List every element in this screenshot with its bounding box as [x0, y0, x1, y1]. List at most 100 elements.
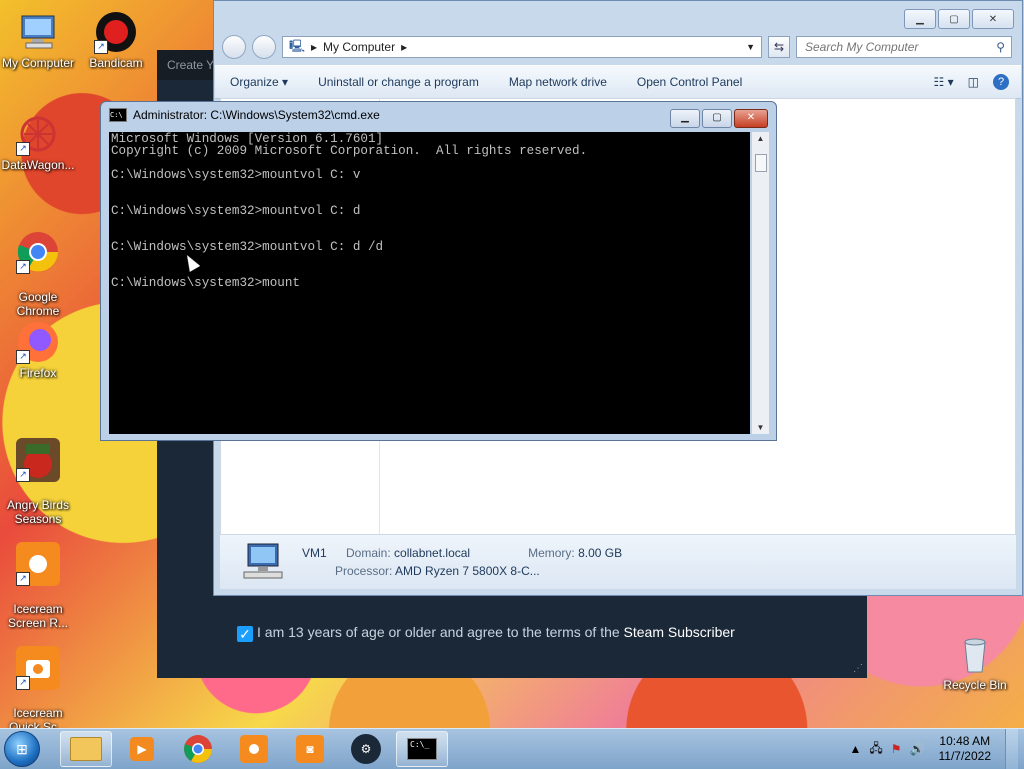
clock[interactable]: 10:48 AM 11/7/2022	[939, 734, 992, 764]
taskbar-chrome[interactable]	[172, 731, 224, 767]
organize-button[interactable]: Organize ▾	[215, 75, 303, 89]
address-path: My Computer	[323, 40, 395, 54]
memory-label: Memory:	[528, 546, 575, 560]
help-icon[interactable]: ?	[993, 74, 1009, 90]
memory-value: 8.00 GB	[578, 546, 622, 560]
datawagon-icon: ↗	[16, 112, 60, 156]
shortcut-arrow-icon: ↗	[16, 260, 30, 274]
agree-text: I am 13 years of age or older and agree …	[257, 624, 624, 640]
network-icon[interactable]: 🖧	[869, 739, 882, 760]
back-button[interactable]	[222, 35, 246, 59]
chevron-right-icon: ▸	[401, 40, 407, 54]
processor-label: Processor:	[335, 564, 392, 578]
steam-terms-agreement[interactable]: ✓I am 13 years of age or older and agree…	[237, 624, 735, 642]
open-control-panel-button[interactable]: Open Control Panel	[622, 75, 757, 89]
steam-subscriber-link[interactable]: Steam Subscriber	[624, 624, 735, 640]
show-hidden-icons-icon[interactable]: ▲	[850, 742, 862, 756]
taskbar-icecream-screenshot[interactable]: ◙	[284, 731, 336, 767]
chevron-right-icon: ▸	[311, 40, 317, 54]
refresh-button[interactable]: ⇆	[768, 36, 790, 58]
cmd-window: C:\ Administrator: C:\Windows\System32\c…	[100, 101, 777, 441]
map-network-drive-button[interactable]: Map network drive	[494, 75, 622, 89]
scroll-down-icon[interactable]: ▼	[752, 423, 769, 432]
desktop-icon-label: Google Chrome	[17, 290, 60, 318]
desktop-icon-datawagon[interactable]: ↗ DataWagon...	[0, 112, 76, 172]
start-button[interactable]: ⊞	[0, 729, 44, 769]
shortcut-arrow-icon: ↗	[16, 350, 30, 364]
computer-icon: 🖳	[289, 37, 305, 58]
shortcut-arrow-icon: ↗	[16, 572, 30, 586]
checkbox-checked-icon[interactable]: ✓	[237, 626, 253, 642]
folder-icon	[70, 737, 102, 761]
desktop-icon-label: DataWagon...	[2, 158, 75, 172]
bandicam-icon: ↗	[94, 10, 138, 54]
search-box[interactable]: ⚲	[796, 36, 1012, 58]
domain-label: Domain:	[346, 546, 391, 560]
clock-time: 10:48 AM	[939, 734, 992, 749]
scroll-up-icon[interactable]: ▲	[752, 134, 769, 143]
taskbar-steam[interactable]: ⚙	[340, 731, 392, 767]
uninstall-program-button[interactable]: Uninstall or change a program	[303, 75, 494, 89]
steam-icon: ⚙	[351, 734, 381, 764]
taskbar-icecream-recorder[interactable]	[228, 731, 280, 767]
chrome-icon	[183, 734, 213, 764]
search-input[interactable]	[803, 39, 996, 55]
address-bar[interactable]: 🖳 ▸ My Computer ▸ ▼	[282, 36, 762, 58]
taskbar-media-player[interactable]: ▶	[116, 731, 168, 767]
desktop-icon-my-computer[interactable]: My Computer	[0, 10, 76, 70]
desktop-icon-chrome[interactable]: ↗ Google Chrome	[0, 216, 76, 318]
domain-value: collabnet.local	[394, 546, 470, 560]
windows-logo-icon: ⊞	[4, 731, 40, 767]
computer-icon	[16, 10, 60, 54]
vertical-scrollbar[interactable]: ▲ ▼	[751, 132, 769, 434]
view-options-icon[interactable]: ☷ ▾	[934, 75, 954, 89]
angry-birds-icon: ↗	[16, 438, 60, 482]
icecream-camera-icon: ◙	[296, 735, 324, 763]
cmd-titlebar: C:\ Administrator: C:\Windows\System32\c…	[109, 108, 380, 122]
desktop-icon-icecream-screen-recorder[interactable]: ↗ Icecream Screen R...	[0, 528, 76, 630]
shortcut-arrow-icon: ↗	[94, 40, 108, 54]
shortcut-arrow-icon: ↗	[16, 676, 30, 690]
desktop-icon-firefox[interactable]: ↗ Firefox	[0, 320, 76, 380]
taskbar-cmd[interactable]: C:\_	[396, 731, 448, 767]
icecream-recorder-icon	[240, 735, 268, 763]
maximize-button[interactable]: ▢	[938, 9, 970, 29]
scroll-thumb[interactable]	[755, 154, 767, 172]
chevron-down-icon[interactable]: ▼	[746, 42, 755, 52]
recycle-bin-icon	[953, 632, 997, 676]
maximize-button[interactable]: ▢	[702, 109, 732, 128]
window-controls: ▁ ▢ ✕	[670, 109, 768, 128]
computer-icon	[240, 542, 286, 582]
forward-button[interactable]	[252, 35, 276, 59]
shortcut-arrow-icon: ↗	[16, 468, 30, 482]
show-desktop-button[interactable]	[1005, 729, 1018, 769]
desktop-icon-bandicam[interactable]: ↗ Bandicam	[78, 10, 154, 70]
resize-grip-icon[interactable]: ⋰	[853, 663, 863, 674]
preview-pane-icon[interactable]: ◫	[968, 75, 979, 89]
media-player-icon: ▶	[130, 737, 154, 761]
action-center-icon[interactable]: ⚑	[891, 742, 902, 756]
shortcut-arrow-icon: ↗	[16, 142, 30, 156]
taskbar-explorer[interactable]	[60, 731, 112, 767]
desktop-icon-icecream-quick-screenshot[interactable]: ↗ Icecream Quick Sc...	[0, 632, 76, 734]
view-controls: ☷ ▾ ◫ ?	[934, 74, 1021, 90]
volume-icon[interactable]: 🔊	[910, 742, 925, 756]
computer-name: VM1	[302, 546, 332, 560]
clock-date: 11/7/2022	[939, 749, 992, 764]
minimize-button[interactable]: ▁	[904, 9, 936, 29]
desktop-icon-label: Firefox	[20, 366, 57, 380]
chrome-icon: ↗	[16, 230, 60, 274]
console-output[interactable]: Microsoft Windows [Version 6.1.7601] Cop…	[109, 132, 750, 434]
close-button[interactable]: ✕	[734, 109, 768, 128]
desktop-icon-label: Angry Birds Seasons	[7, 498, 69, 526]
system-tray: ▲ 🖧 ⚑ 🔊 10:48 AM 11/7/2022	[850, 729, 1024, 769]
search-icon[interactable]: ⚲	[996, 40, 1005, 54]
close-button[interactable]: ✕	[972, 9, 1014, 29]
desktop-icon-recycle-bin[interactable]: Recycle Bin	[937, 632, 1013, 692]
address-row: 🖳 ▸ My Computer ▸ ▼ ⇆ ⚲	[222, 34, 1012, 60]
firefox-icon: ↗	[16, 320, 60, 364]
minimize-button[interactable]: ▁	[670, 109, 700, 128]
desktop-icon-angry-birds[interactable]: ↗ Angry Birds Seasons	[0, 424, 76, 526]
cmd-title: Administrator: C:\Windows\System32\cmd.e…	[133, 108, 380, 122]
taskbar: ⊞ ▶ ◙ ⚙ C:\_ ▲ 🖧 ⚑ 🔊 10:48 AM 11/7/2022	[0, 728, 1024, 769]
